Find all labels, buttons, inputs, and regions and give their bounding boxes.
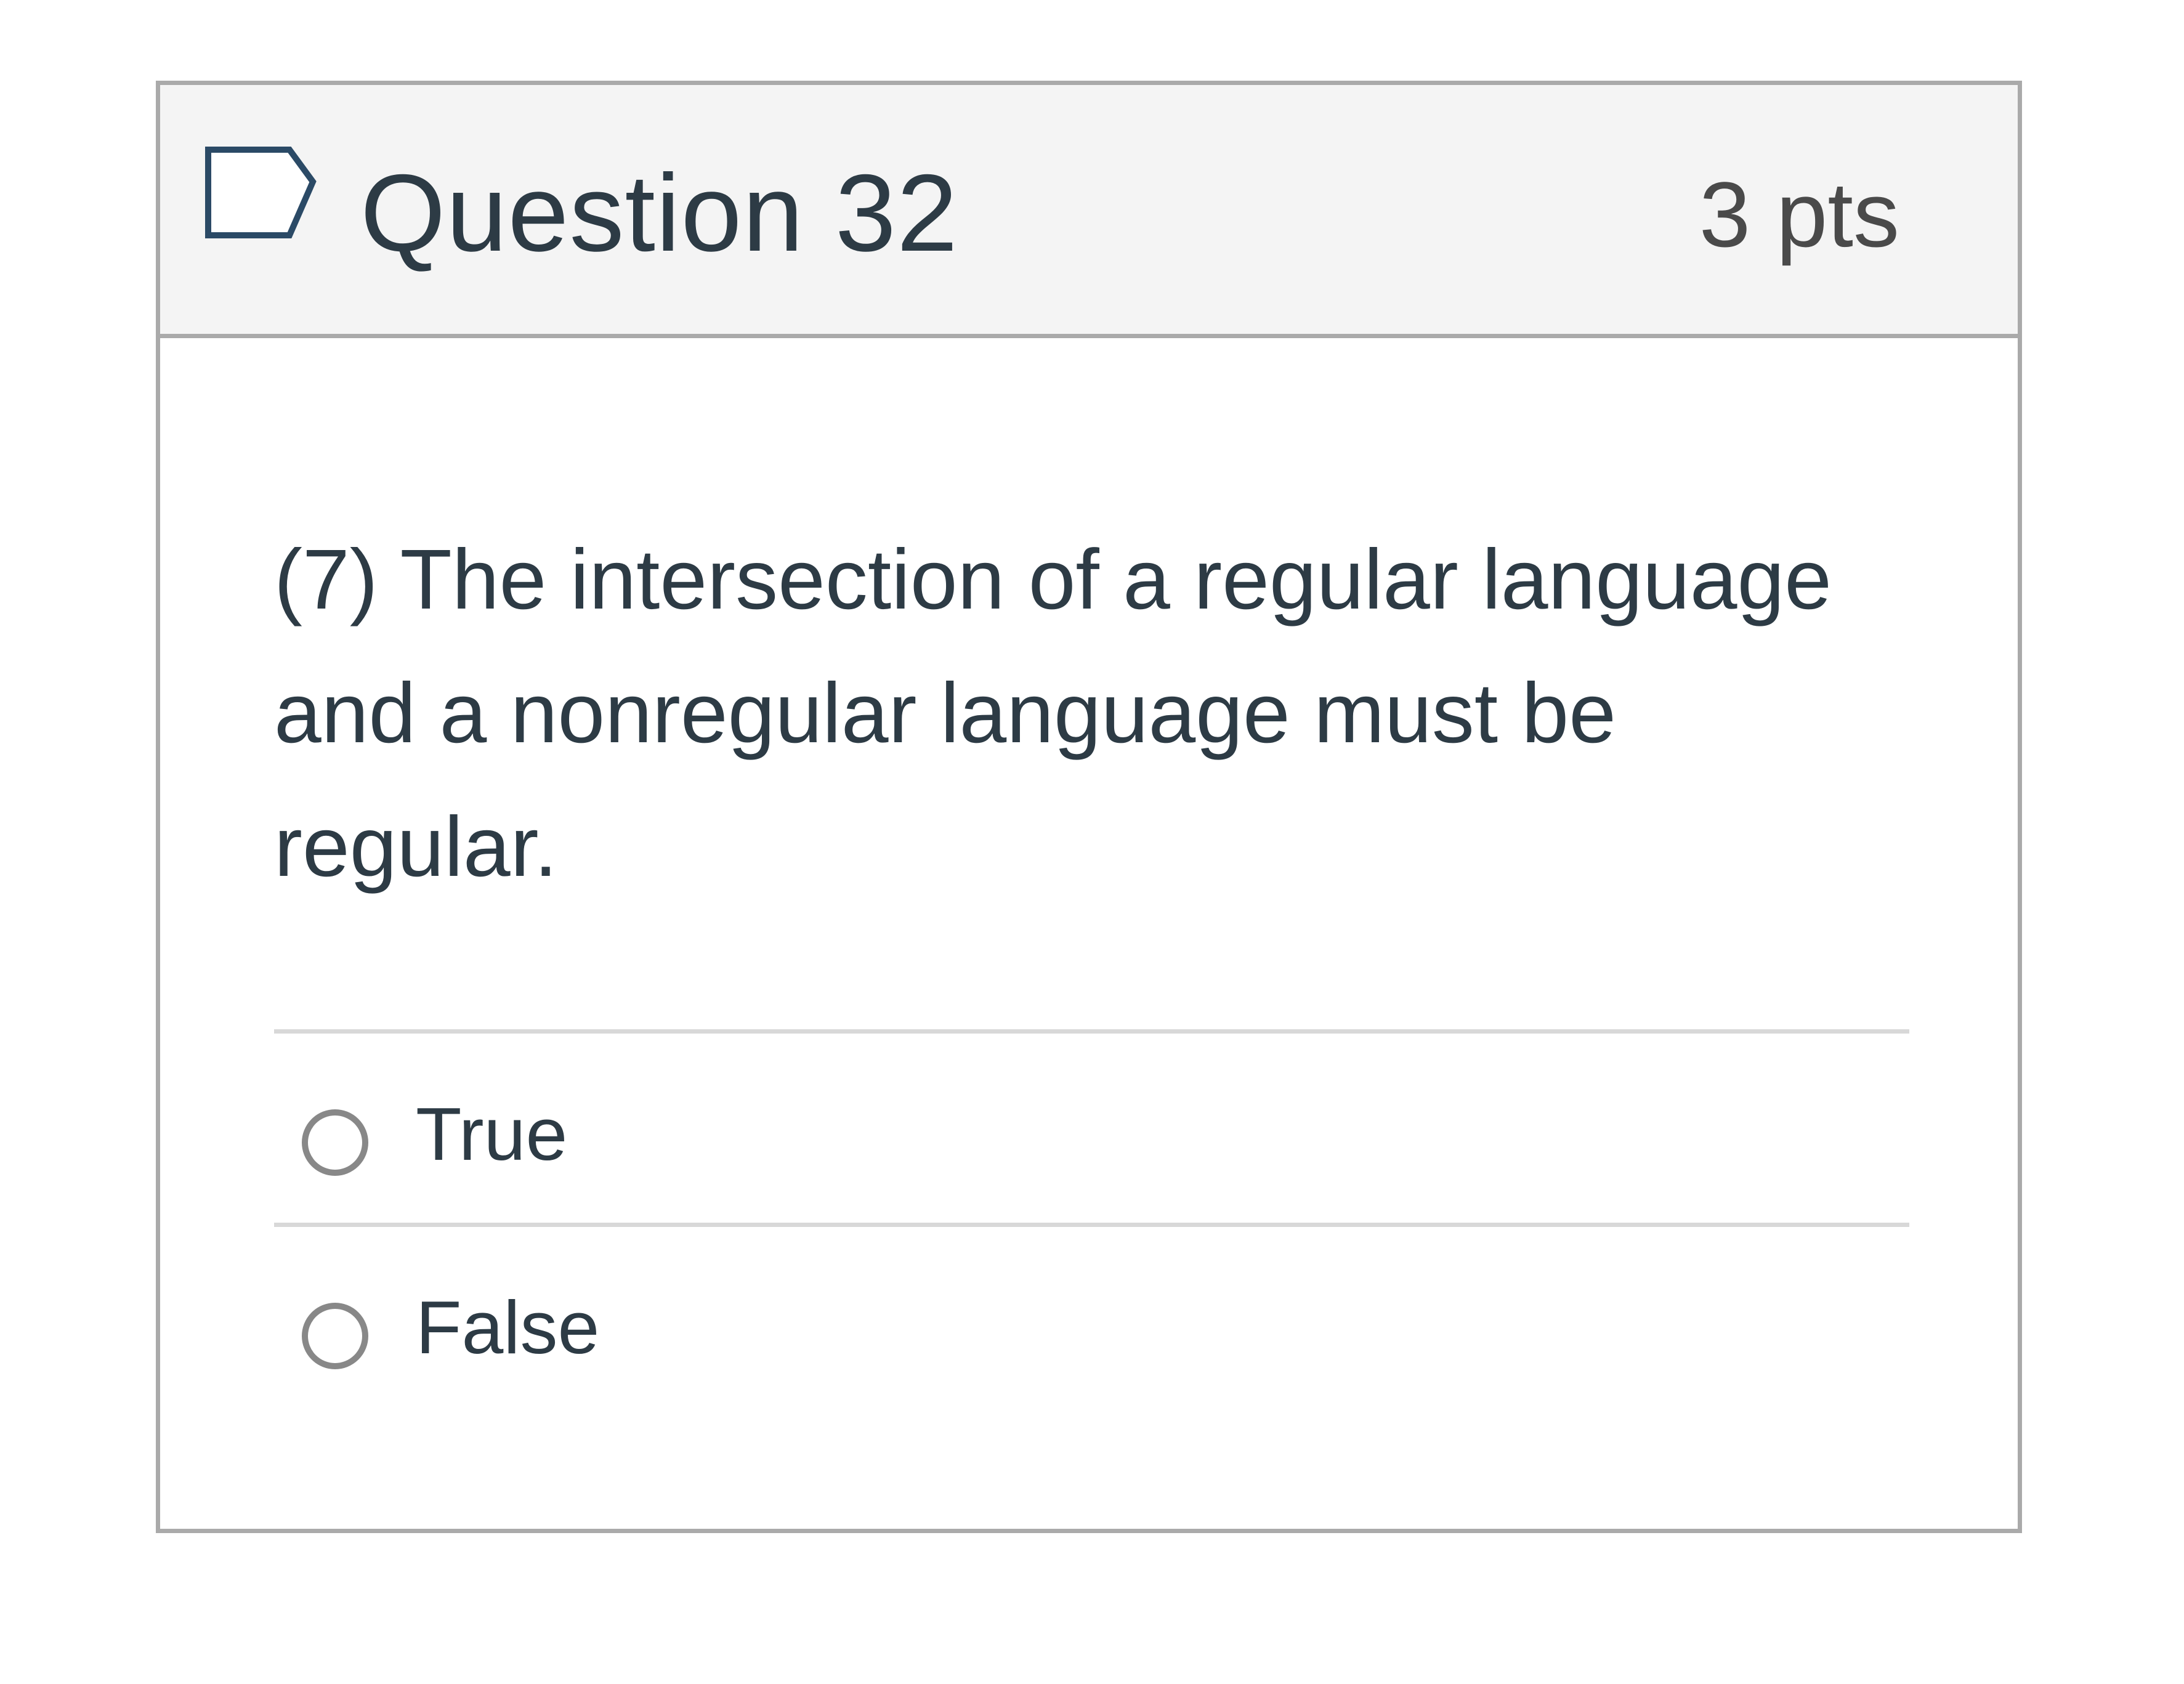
question-title: Question 32 [360, 152, 958, 274]
answer-option-false[interactable]: False [274, 1229, 1909, 1414]
question-text: (7) The intersection of a regular langua… [274, 532, 1832, 894]
question-points: 3 pts [1699, 163, 1899, 266]
radio-button-icon[interactable] [302, 1109, 368, 1176]
radio-button-icon[interactable] [302, 1303, 368, 1369]
answer-divider [274, 1223, 1909, 1227]
question-card: Question 32 3 pts (7) The intersection o… [156, 81, 2022, 1533]
flag-question-icon[interactable] [203, 145, 320, 240]
answer-option-true[interactable]: True [274, 1035, 1909, 1220]
answer-label: True [416, 1092, 568, 1176]
answer-divider [274, 1029, 1909, 1034]
answer-label: False [416, 1285, 600, 1369]
question-header: Question 32 3 pts [160, 85, 2018, 338]
